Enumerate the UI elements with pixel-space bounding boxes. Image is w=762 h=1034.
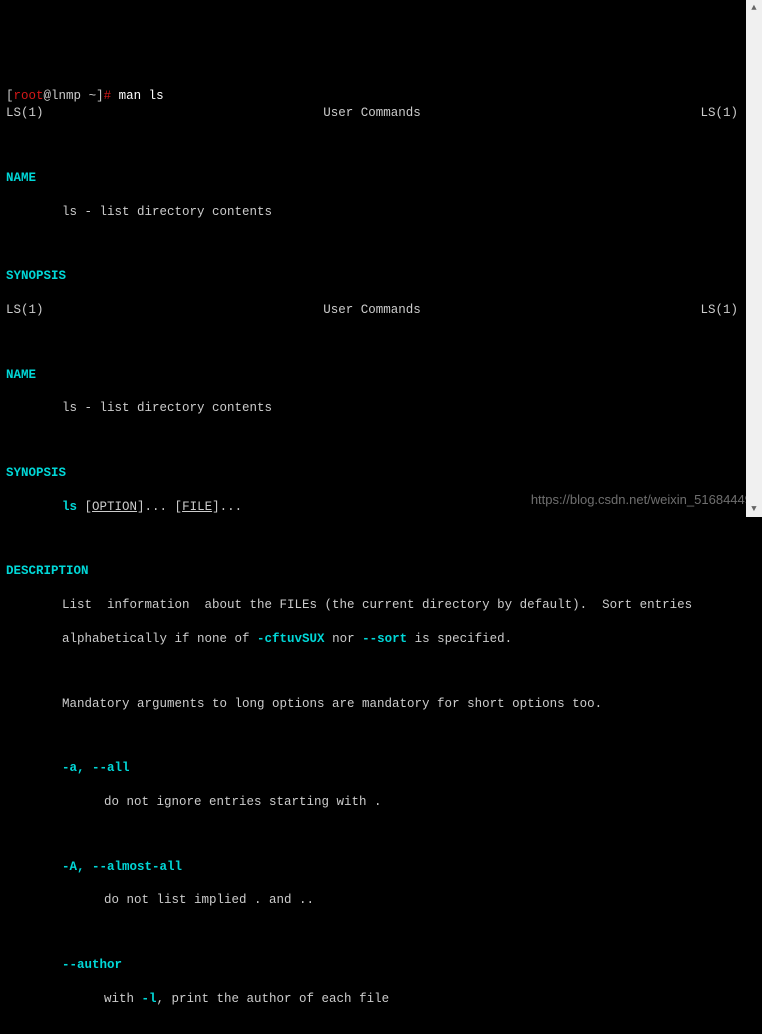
scroll-down-button[interactable]: ▼: [746, 501, 762, 517]
command-text: man ls: [119, 89, 164, 103]
name-text-1: ls - list directory contents: [6, 204, 756, 221]
man-header-1: LS(1) User Commands LS(1): [6, 105, 738, 122]
section-synopsis-1: SYNOPSIS: [6, 268, 756, 285]
watermark-text: https://blog.csdn.net/weixin_51684449: [531, 491, 752, 509]
header-left-2: LS(1): [6, 302, 44, 319]
opt-a-flag: -a, --all: [62, 761, 130, 775]
desc-line-3: Mandatory arguments to long options are …: [6, 696, 756, 713]
prompt-line: [root@lnmp ~]# man ls: [6, 89, 164, 103]
opt-A-flag: -A, --almost-all: [62, 860, 182, 874]
synopsis-option: OPTION: [92, 500, 137, 514]
prompt-at-host: @: [44, 89, 52, 103]
opt-author: --author: [6, 957, 756, 974]
prompt-cwd: ~: [89, 89, 97, 103]
opt-author-post: , print the author of each file: [157, 992, 390, 1006]
scroll-up-button[interactable]: ▲: [746, 0, 762, 16]
section-name-1: NAME: [6, 170, 756, 187]
opt-author-flag: --author: [62, 958, 122, 972]
desc-nor: nor: [325, 632, 363, 646]
scrollbar-track[interactable]: [746, 16, 762, 501]
opt-author-opt: -l: [142, 992, 157, 1006]
terminal-viewport[interactable]: [root@lnmp ~]# man ls LS(1) User Commands…: [6, 72, 756, 1034]
opt-author-pre: with: [104, 992, 142, 1006]
prompt-user: root: [14, 89, 44, 103]
section-synopsis-2: SYNOPSIS: [6, 465, 756, 482]
header-center-2: User Commands: [323, 302, 421, 319]
desc-opt2: --sort: [362, 632, 407, 646]
desc-line-2: alphabetically if none of -cftuvSUX nor …: [6, 631, 756, 648]
header-left: LS(1): [6, 105, 44, 122]
prompt-host: lnmp: [51, 89, 81, 103]
desc-1b: alphabetically if none of: [62, 632, 257, 646]
synopsis-file: FILE: [182, 500, 212, 514]
chevron-down-icon: ▼: [751, 503, 756, 515]
section-name-2: NAME: [6, 367, 756, 384]
desc-opt1: -cftuvSUX: [257, 632, 325, 646]
header-right: LS(1): [700, 105, 738, 122]
section-description: DESCRIPTION: [6, 563, 756, 580]
opt-A: -A, --almost-all: [6, 859, 756, 876]
header-center: User Commands: [323, 105, 421, 122]
opt-a-desc: do not ignore entries starting with .: [6, 794, 756, 811]
man-header-2: LS(1) User Commands LS(1): [6, 302, 738, 319]
desc-line-1: List information about the FILEs (the cu…: [6, 597, 756, 614]
header-right-2: LS(1): [700, 302, 738, 319]
opt-author-desc: with -l, print the author of each file: [6, 991, 756, 1008]
desc-1c: is specified.: [407, 632, 512, 646]
vertical-scrollbar[interactable]: ▲ ▼: [746, 0, 762, 517]
synopsis-cmd: ls: [62, 500, 77, 514]
opt-A-desc: do not list implied . and ..: [6, 892, 756, 909]
name-text-2: ls - list directory contents: [6, 400, 756, 417]
opt-a: -a, --all: [6, 760, 756, 777]
prompt-symbol: #: [104, 89, 112, 103]
chevron-up-icon: ▲: [751, 2, 756, 14]
